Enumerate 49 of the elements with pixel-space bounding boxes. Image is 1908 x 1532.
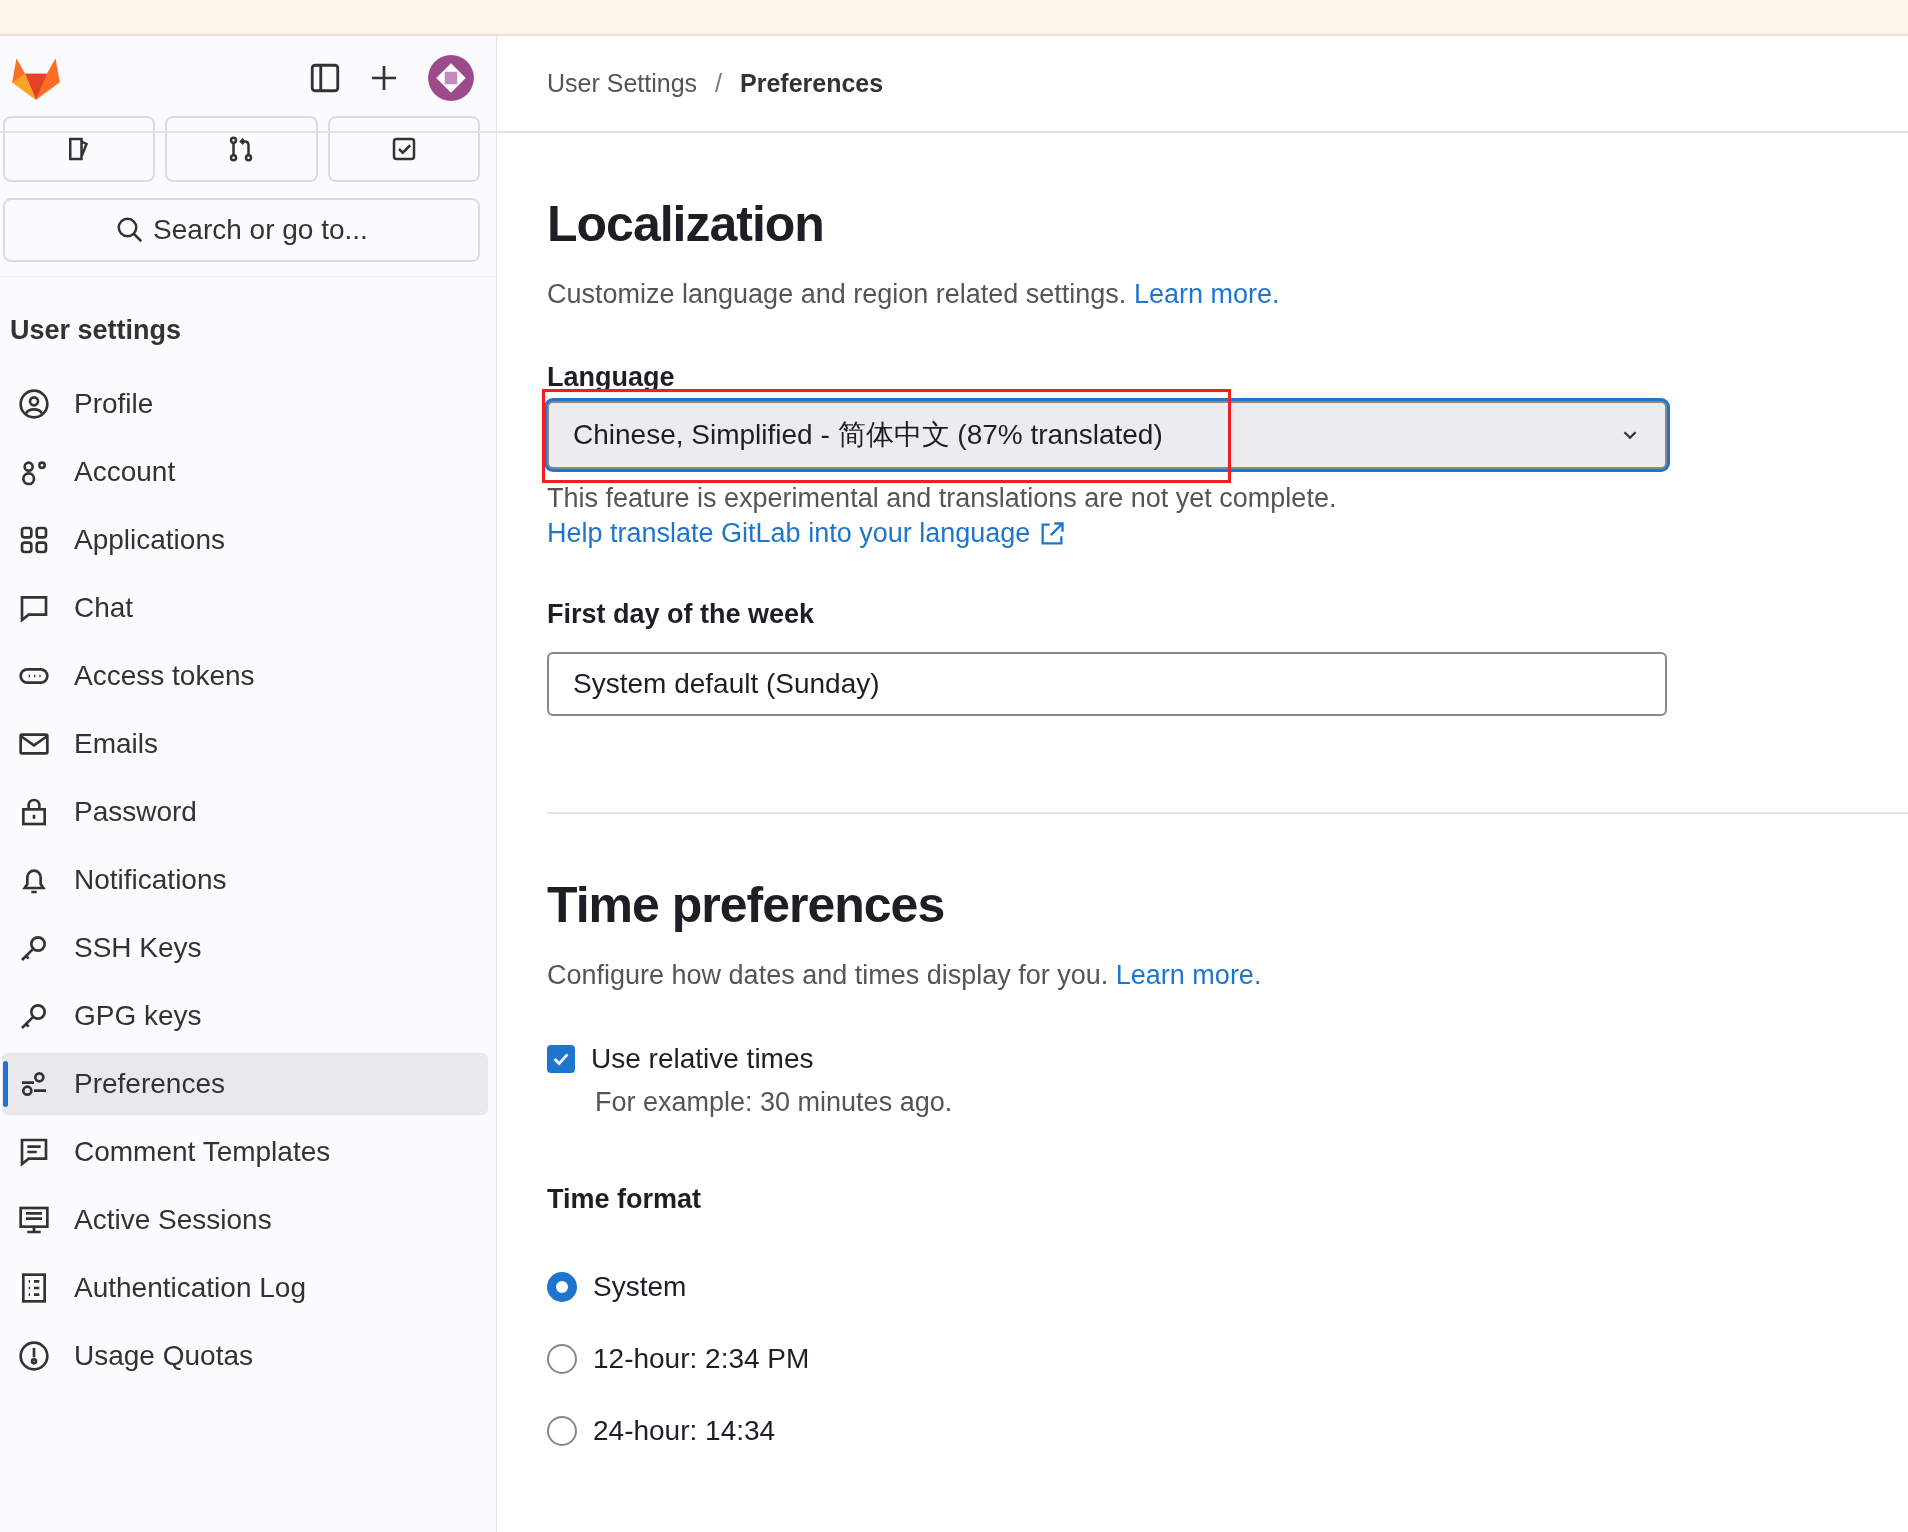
checkbox[interactable] (547, 1045, 575, 1073)
help-text: This feature is experimental and translations are not yet complete. (547, 483, 1338, 514)
radio-label: System (593, 1271, 687, 1303)
sidebar-item[interactable]: Usage Quotas (2, 1325, 488, 1387)
breadcrumb-separator: / (715, 69, 722, 98)
sidebar-item[interactable]: Access tokens (2, 645, 488, 707)
sidebar-item[interactable]: Chat (2, 577, 488, 639)
radio-button[interactable] (547, 1344, 577, 1374)
section-title: Localization (547, 195, 825, 253)
sidebar-item[interactable]: Profile (2, 373, 488, 435)
radio-label: 12-hour: 2:34 PM (593, 1343, 810, 1375)
sidebar-item[interactable]: Applications (2, 509, 488, 571)
user-circle-icon (18, 388, 50, 420)
field-label: Time format (547, 1184, 703, 1215)
avatar-icon[interactable] (426, 53, 476, 103)
first-day-select[interactable]: System default (Sunday) (547, 652, 1667, 716)
radio-label: 24-hour: 14:34 (593, 1415, 776, 1447)
todo-button[interactable] (327, 116, 480, 182)
section-description: Customize language and region related settings. Learn more. (547, 279, 1281, 310)
field-label: Language (547, 362, 676, 393)
sidebar-item[interactable]: Password (2, 781, 488, 843)
breadcrumb-link[interactable]: User Settings (547, 69, 698, 98)
sidebar-toggle-icon[interactable] (308, 61, 342, 95)
sidebar-item[interactable]: Comment Templates (2, 1121, 488, 1183)
learn-more-link[interactable]: Learn more. (1115, 960, 1262, 990)
sidebar-item[interactable]: Emails (2, 713, 488, 775)
monitor-icon (18, 1204, 50, 1236)
section-description: Configure how dates and times display for you. Learn more. (547, 960, 1263, 991)
field-label: First day of the week (547, 599, 816, 630)
radio-button[interactable] (547, 1272, 577, 1302)
sidebar-item[interactable]: Authentication Log (2, 1257, 488, 1319)
breadcrumb-current: Preferences (740, 69, 884, 98)
section-title: Time preferences (547, 876, 946, 934)
help-link[interactable]: Help translate GitLab into your language (547, 518, 1067, 549)
sidebar-item[interactable]: Account (2, 441, 488, 503)
sidebar-item[interactable]: GPG keys (2, 985, 488, 1047)
radio-button[interactable] (547, 1416, 577, 1446)
language-select[interactable]: Chinese, Simplified - 简体中文 (87% translated) (547, 401, 1667, 469)
checkbox-label: Use relative times (591, 1043, 814, 1075)
learn-more-link[interactable]: Learn more. (1133, 279, 1280, 309)
merge-requests-button[interactable] (165, 116, 318, 182)
help-text: For example: 30 minutes ago. (595, 1087, 954, 1118)
sidebar-item[interactable]: Active Sessions (2, 1189, 488, 1251)
grid-icon (18, 524, 50, 556)
sidebar-item[interactable]: SSH Keys (2, 917, 488, 979)
search-button[interactable]: Search or go to... (3, 198, 480, 262)
comment-icon (18, 1136, 50, 1168)
sidebar-item[interactable]: Preferences (2, 1053, 488, 1115)
sidebar-item[interactable]: Notifications (2, 849, 488, 911)
